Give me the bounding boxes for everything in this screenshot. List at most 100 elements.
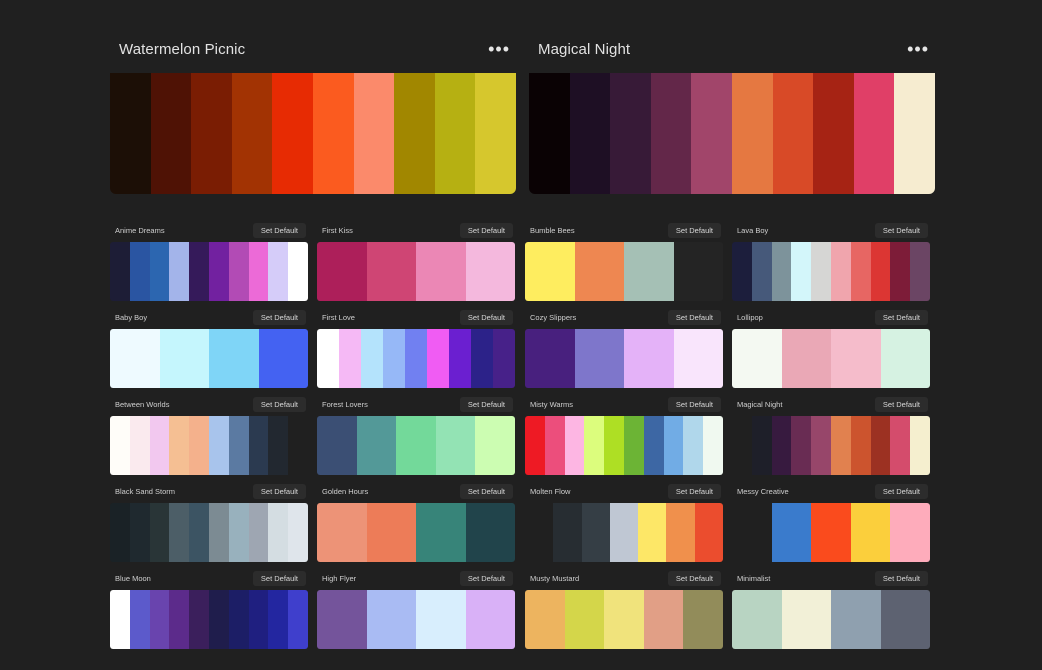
color-swatch[interactable] [248, 416, 269, 475]
color-swatch[interactable] [732, 503, 772, 562]
color-swatch[interactable] [890, 503, 930, 562]
set-default-button[interactable]: Set Default [459, 484, 513, 499]
color-swatch[interactable] [361, 329, 383, 388]
palette-tile[interactable]: First Kiss Set Default [317, 222, 515, 304]
color-swatch[interactable] [268, 503, 289, 562]
color-swatch[interactable] [416, 503, 466, 562]
color-swatch[interactable] [149, 590, 170, 649]
color-swatch[interactable] [604, 416, 624, 475]
color-swatch[interactable] [208, 416, 229, 475]
color-swatch[interactable] [673, 242, 723, 301]
color-swatch[interactable] [623, 416, 644, 475]
swatch-strip[interactable] [110, 242, 308, 301]
color-swatch[interactable] [732, 329, 782, 388]
color-swatch[interactable] [317, 329, 339, 388]
set-default-button[interactable]: Set Default [252, 571, 306, 586]
color-swatch[interactable] [169, 590, 190, 649]
color-swatch[interactable] [288, 242, 308, 301]
color-swatch[interactable] [435, 416, 476, 475]
swatch-strip[interactable] [110, 329, 308, 388]
palette-tile[interactable]: Black Sand Storm Set Default [110, 483, 308, 565]
set-default-button[interactable]: Set Default [874, 397, 928, 412]
color-swatch[interactable] [584, 416, 605, 475]
color-swatch[interactable] [666, 503, 695, 562]
color-swatch[interactable] [208, 590, 229, 649]
color-swatch[interactable] [574, 329, 624, 388]
color-swatch[interactable] [383, 329, 405, 388]
color-swatch[interactable] [353, 73, 395, 194]
color-swatch[interactable] [791, 242, 812, 301]
color-swatch[interactable] [258, 329, 308, 388]
color-swatch[interactable] [525, 503, 554, 562]
swatch-strip[interactable] [525, 503, 723, 562]
swatch-strip[interactable] [525, 416, 723, 475]
color-swatch[interactable] [525, 242, 575, 301]
color-swatch[interactable] [771, 503, 812, 562]
color-swatch[interactable] [564, 416, 585, 475]
palette-tile[interactable]: Musty Mustard Set Default [525, 570, 723, 652]
color-swatch[interactable] [604, 590, 644, 649]
color-swatch[interactable] [870, 242, 891, 301]
palette-tile[interactable]: Bumble Bees Set Default [525, 222, 723, 304]
color-swatch[interactable] [394, 73, 435, 194]
color-swatch[interactable] [465, 590, 515, 649]
color-swatch[interactable] [853, 73, 895, 194]
color-swatch[interactable] [529, 73, 570, 194]
color-swatch[interactable] [396, 416, 436, 475]
color-swatch[interactable] [427, 329, 449, 388]
color-swatch[interactable] [288, 590, 308, 649]
color-swatch[interactable] [890, 416, 911, 475]
palette-tile[interactable]: Messy Creative Set Default [732, 483, 930, 565]
swatch-strip[interactable] [732, 329, 930, 388]
color-swatch[interactable] [638, 503, 667, 562]
color-swatch[interactable] [129, 503, 150, 562]
color-swatch[interactable] [416, 590, 466, 649]
palette-tile[interactable]: Blue Moon Set Default [110, 570, 308, 652]
color-swatch[interactable] [129, 416, 150, 475]
color-swatch[interactable] [449, 329, 471, 388]
more-horizontal-icon[interactable]: ••• [907, 40, 929, 58]
color-swatch[interactable] [691, 73, 732, 194]
palette-tile[interactable]: Between Worlds Set Default [110, 396, 308, 478]
color-swatch[interactable] [248, 590, 269, 649]
swatch-strip[interactable] [732, 503, 930, 562]
color-swatch[interactable] [850, 416, 871, 475]
color-swatch[interactable] [624, 242, 674, 301]
color-swatch[interactable] [525, 416, 545, 475]
color-swatch[interactable] [890, 242, 911, 301]
color-swatch[interactable] [544, 416, 565, 475]
featured-swatch-strip[interactable] [529, 73, 935, 194]
color-swatch[interactable] [609, 503, 639, 562]
color-swatch[interactable] [169, 242, 190, 301]
color-swatch[interactable] [910, 416, 930, 475]
swatch-strip[interactable] [110, 590, 308, 649]
color-swatch[interactable] [434, 73, 476, 194]
color-swatch[interactable] [169, 503, 190, 562]
color-swatch[interactable] [791, 416, 812, 475]
palette-tile[interactable]: Baby Boy Set Default [110, 309, 308, 391]
color-swatch[interactable] [772, 73, 814, 194]
palette-tile[interactable]: Cozy Slippers Set Default [525, 309, 723, 391]
set-default-button[interactable]: Set Default [252, 484, 306, 499]
color-swatch[interactable] [564, 590, 605, 649]
swatch-strip[interactable] [732, 590, 930, 649]
color-swatch[interactable] [650, 73, 692, 194]
color-swatch[interactable] [248, 503, 269, 562]
color-swatch[interactable] [781, 590, 831, 649]
color-swatch[interactable] [189, 242, 209, 301]
color-swatch[interactable] [643, 590, 684, 649]
color-swatch[interactable] [811, 416, 831, 475]
color-swatch[interactable] [317, 416, 357, 475]
color-swatch[interactable] [673, 329, 723, 388]
more-horizontal-icon[interactable]: ••• [488, 40, 510, 58]
set-default-button[interactable]: Set Default [459, 571, 513, 586]
color-swatch[interactable] [771, 242, 792, 301]
color-swatch[interactable] [366, 503, 416, 562]
color-swatch[interactable] [110, 242, 130, 301]
palette-tile[interactable]: First Love Set Default [317, 309, 515, 391]
color-swatch[interactable] [208, 242, 229, 301]
swatch-strip[interactable] [317, 329, 515, 388]
color-swatch[interactable] [366, 590, 416, 649]
set-default-button[interactable]: Set Default [459, 310, 513, 325]
color-swatch[interactable] [150, 73, 192, 194]
